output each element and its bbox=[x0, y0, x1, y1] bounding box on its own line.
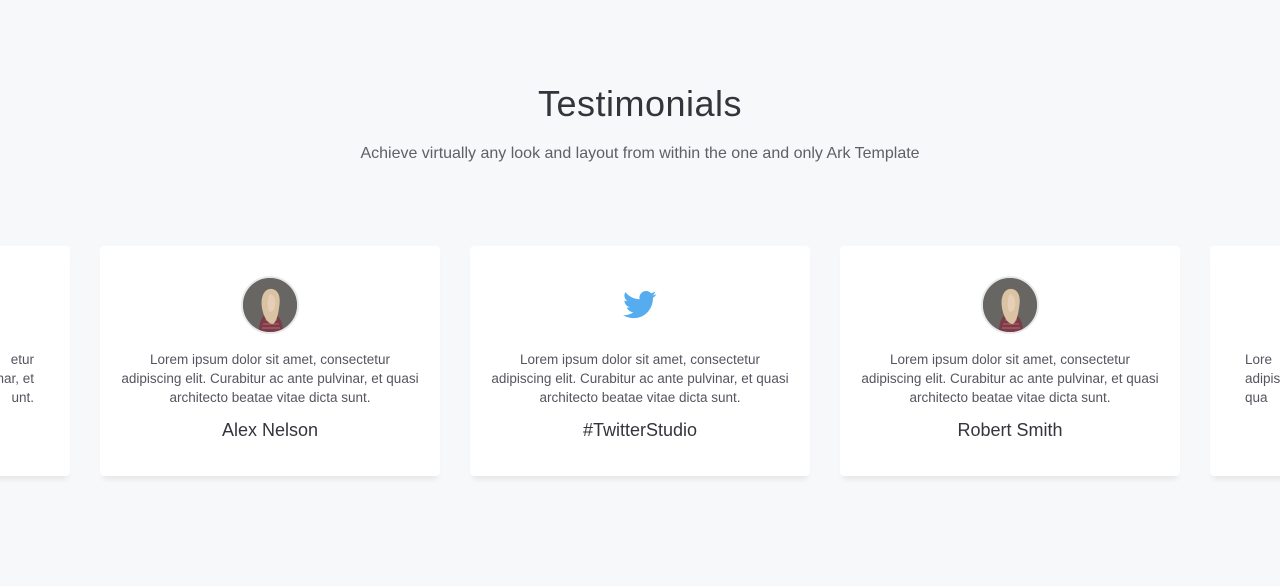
avatar-photo bbox=[983, 278, 1037, 332]
testimonial-card[interactable]: Lorem ipsum dolor sit amet, consectetur … bbox=[100, 246, 440, 476]
quote-line: nar, et bbox=[0, 371, 34, 386]
testimonial-quote: Lorem ipsum dolor sit amet, consectetur … bbox=[491, 352, 789, 405]
section-title: Testimonials bbox=[537, 83, 743, 124]
quote-line: qua bbox=[1245, 390, 1268, 405]
testimonial-quote: Lore adipis qua bbox=[1245, 350, 1280, 407]
avatar bbox=[241, 276, 299, 334]
twitter-icon[interactable] bbox=[623, 290, 657, 320]
testimonial-quote: Lorem ipsum dolor sit amet, consectetur … bbox=[861, 352, 1159, 405]
quote-line: adipis bbox=[1245, 371, 1280, 386]
testimonial-card-partial-right[interactable]: Lore adipis qua bbox=[1210, 246, 1280, 476]
testimonial-card[interactable]: Lorem ipsum dolor sit amet, consectetur … bbox=[470, 246, 810, 476]
quote-line: etur bbox=[10, 352, 34, 367]
testimonial-quote: etur nar, et unt. bbox=[0, 350, 34, 407]
quote-line: Lore bbox=[1245, 352, 1273, 367]
testimonial-quote: Lorem ipsum dolor sit amet, consectetur … bbox=[121, 352, 419, 405]
quote-line: unt. bbox=[11, 390, 34, 405]
testimonial-card-partial-left[interactable]: etur nar, et unt. bbox=[0, 246, 70, 476]
avatar bbox=[981, 276, 1039, 334]
testimonial-author: Alex Nelson bbox=[221, 420, 319, 440]
avatar-photo bbox=[243, 278, 297, 332]
testimonials-section: Testimonials Achieve virtually any look … bbox=[0, 0, 1280, 586]
testimonial-card[interactable]: Lorem ipsum dolor sit amet, consectetur … bbox=[840, 246, 1180, 476]
testimonial-author: Robert Smith bbox=[957, 420, 1063, 440]
testimonial-author: #TwitterStudio bbox=[582, 420, 698, 440]
section-subtitle: Achieve virtually any look and layout fr… bbox=[360, 145, 920, 162]
